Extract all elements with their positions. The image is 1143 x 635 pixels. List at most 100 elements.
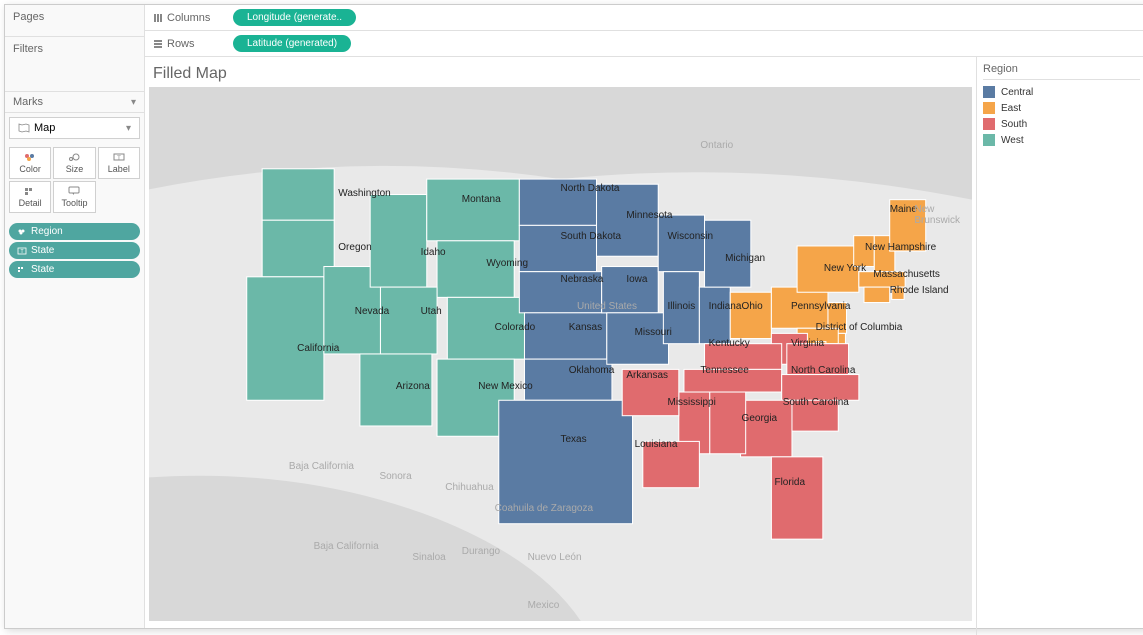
state-north-carolina[interactable] bbox=[782, 375, 859, 401]
rows-shelf[interactable]: Rows Latitude (generated) bbox=[145, 31, 1143, 57]
state-missouri[interactable] bbox=[607, 313, 669, 364]
state-kentucky[interactable] bbox=[705, 344, 782, 370]
state-connecticut[interactable] bbox=[864, 287, 890, 302]
marks-buttons: Color Size T Label Detail Tooltip bbox=[5, 143, 144, 217]
state-georgia[interactable] bbox=[741, 400, 792, 457]
detail-icon bbox=[23, 186, 37, 196]
state-north-dakota[interactable] bbox=[519, 179, 596, 225]
state-tennessee[interactable] bbox=[684, 369, 782, 392]
state-south-carolina[interactable] bbox=[787, 400, 838, 431]
legend-items: Central East South West bbox=[983, 84, 1140, 148]
state-iowa[interactable] bbox=[602, 267, 659, 313]
rows-icon bbox=[153, 39, 163, 49]
columns-pill-longitude[interactable]: Longitude (generate.. bbox=[233, 9, 356, 26]
marks-type-dropdown[interactable]: Map ▾ bbox=[9, 117, 140, 139]
pages-label: Pages bbox=[13, 11, 136, 23]
marks-collapse-icon[interactable]: ▾ bbox=[131, 97, 136, 108]
legend-label: Central bbox=[1001, 87, 1033, 98]
state-arizona[interactable] bbox=[360, 354, 432, 426]
viz-title: Filled Map bbox=[149, 65, 972, 83]
filled-map-svg bbox=[149, 87, 972, 621]
columns-shelf[interactable]: Columns Longitude (generate.. bbox=[145, 5, 1143, 31]
state-minnesota[interactable] bbox=[597, 184, 659, 256]
dropdown-caret-icon: ▾ bbox=[126, 123, 131, 134]
size-icon bbox=[67, 152, 81, 162]
legend-swatch bbox=[983, 118, 995, 130]
columns-label: Columns bbox=[153, 12, 233, 24]
state-california[interactable] bbox=[247, 277, 324, 400]
pill-state-label[interactable]: T State bbox=[9, 242, 140, 259]
marks-pill-list: Region T State State bbox=[5, 217, 144, 284]
state-arkansas[interactable] bbox=[622, 369, 679, 415]
right-area: Columns Longitude (generate.. Rows Latit… bbox=[145, 5, 1143, 628]
detail-icon bbox=[17, 266, 27, 274]
state-montana[interactable] bbox=[427, 179, 520, 241]
viz-area: Filled Map WashingtonOregonCaliforniaNev… bbox=[145, 57, 976, 635]
state-new-york[interactable] bbox=[797, 246, 859, 292]
state-nebraska[interactable] bbox=[519, 272, 601, 313]
state-idaho[interactable] bbox=[370, 195, 427, 288]
size-button[interactable]: Size bbox=[53, 147, 95, 179]
state-kansas[interactable] bbox=[524, 313, 606, 359]
legend-item-west[interactable]: West bbox=[983, 132, 1140, 148]
map-canvas[interactable]: WashingtonOregonCaliforniaNevadaIdahoMon… bbox=[149, 87, 972, 621]
tooltip-button[interactable]: Tooltip bbox=[53, 181, 95, 213]
legend-item-central[interactable]: Central bbox=[983, 84, 1140, 100]
legend-item-east[interactable]: East bbox=[983, 100, 1140, 116]
filters-label: Filters bbox=[13, 43, 136, 55]
legend-swatch bbox=[983, 134, 995, 146]
state-louisiana[interactable] bbox=[643, 441, 700, 487]
pages-shelf[interactable]: Pages bbox=[5, 5, 144, 37]
label-icon: T bbox=[112, 152, 126, 162]
tooltip-icon bbox=[67, 186, 81, 196]
state-alabama[interactable] bbox=[710, 392, 746, 454]
state-ohio[interactable] bbox=[730, 292, 771, 338]
marks-type-label: Map bbox=[34, 122, 55, 134]
state-pennsylvania[interactable] bbox=[771, 287, 828, 328]
state-massachusetts[interactable] bbox=[859, 272, 905, 287]
state-oklahoma[interactable] bbox=[524, 359, 611, 400]
marks-label: Marks bbox=[13, 96, 43, 108]
legend-swatch bbox=[983, 86, 995, 98]
legend-item-south[interactable]: South bbox=[983, 116, 1140, 132]
state-south-dakota[interactable] bbox=[519, 225, 596, 271]
color-icon bbox=[23, 152, 37, 162]
label-button[interactable]: T Label bbox=[98, 147, 140, 179]
pill-region[interactable]: Region bbox=[9, 223, 140, 240]
state-washington[interactable] bbox=[262, 169, 334, 220]
label-icon: T bbox=[17, 247, 27, 255]
state-oregon[interactable] bbox=[262, 220, 334, 277]
detail-button[interactable]: Detail bbox=[9, 181, 51, 213]
state-colorado[interactable] bbox=[447, 297, 524, 359]
state-maine[interactable] bbox=[890, 200, 926, 251]
columns-icon bbox=[153, 13, 163, 23]
left-panel: Pages Filters Marks ▾ Map ▾ Color Size T bbox=[5, 5, 145, 628]
color-icon bbox=[17, 228, 27, 236]
state-texas[interactable] bbox=[499, 400, 633, 523]
state-michigan[interactable] bbox=[705, 220, 751, 287]
state-virginia[interactable] bbox=[787, 344, 849, 375]
color-button[interactable]: Color bbox=[9, 147, 51, 179]
state-vermont[interactable] bbox=[854, 236, 875, 267]
marks-header: Marks ▾ bbox=[5, 92, 144, 113]
main-content: Filled Map WashingtonOregonCaliforniaNev… bbox=[145, 57, 1143, 635]
state-florida[interactable] bbox=[771, 457, 822, 539]
legend-panel: Region Central East South West bbox=[976, 57, 1143, 635]
legend-title: Region bbox=[983, 63, 1140, 80]
legend-label: West bbox=[1001, 135, 1024, 146]
rows-pill-latitude[interactable]: Latitude (generated) bbox=[233, 35, 351, 52]
map-icon bbox=[18, 123, 30, 133]
legend-label: East bbox=[1001, 103, 1021, 114]
svg-text:T: T bbox=[20, 249, 23, 255]
legend-label: South bbox=[1001, 119, 1027, 130]
state-indiana[interactable] bbox=[699, 287, 730, 344]
state-wisconsin[interactable] bbox=[658, 215, 704, 272]
filters-shelf[interactable]: Filters bbox=[5, 37, 144, 92]
rows-label: Rows bbox=[153, 38, 233, 50]
state-illinois[interactable] bbox=[663, 272, 699, 344]
state-wyoming[interactable] bbox=[437, 241, 514, 298]
state-utah[interactable] bbox=[380, 287, 437, 354]
state-rhode-island[interactable] bbox=[892, 287, 904, 299]
svg-text:T: T bbox=[117, 156, 121, 162]
pill-state-detail[interactable]: State bbox=[9, 261, 140, 278]
